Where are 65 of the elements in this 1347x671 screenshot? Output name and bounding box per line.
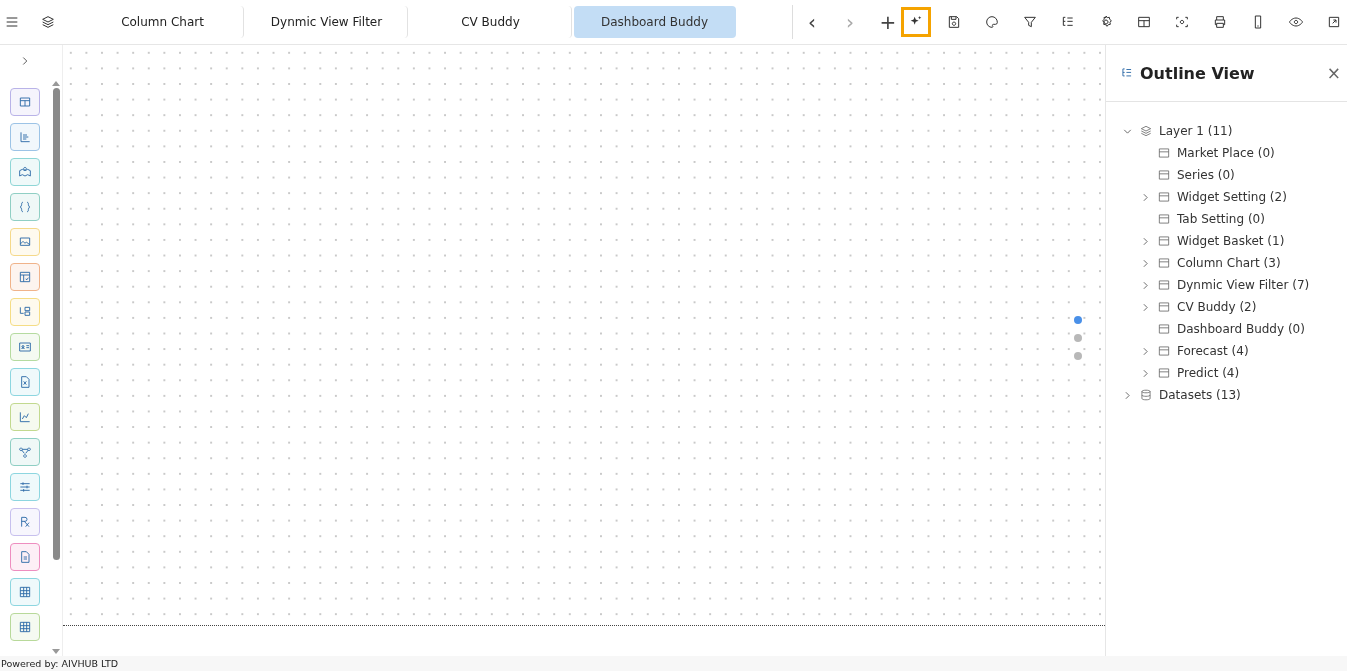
tool-button[interactable] xyxy=(10,368,40,396)
tool-button[interactable] xyxy=(10,263,40,291)
tool-button[interactable] xyxy=(10,508,40,536)
tool-button[interactable] xyxy=(10,578,40,606)
outline-icon xyxy=(1120,66,1134,80)
tree-item[interactable]: Widget Basket (1) xyxy=(1177,234,1285,248)
tool-button[interactable] xyxy=(10,88,40,116)
tree-item[interactable]: Tab Setting (0) xyxy=(1177,212,1265,226)
tool-button[interactable] xyxy=(10,613,40,641)
page-dot[interactable] xyxy=(1074,316,1082,324)
page-dot[interactable] xyxy=(1074,352,1082,360)
network-icon xyxy=(17,444,33,460)
tool-button[interactable] xyxy=(10,333,40,361)
bar-chart-icon xyxy=(17,129,33,145)
tab[interactable]: Dashboard Buddy xyxy=(574,6,736,38)
tool-button[interactable] xyxy=(10,123,40,151)
tool-button[interactable] xyxy=(10,193,40,221)
tool-button[interactable] xyxy=(10,158,40,186)
add-tab-button[interactable]: + xyxy=(875,10,901,34)
tree-item[interactable]: Datasets (13) xyxy=(1159,388,1241,402)
tree-item[interactable]: Market Place (0) xyxy=(1177,146,1275,160)
widget-icon xyxy=(1157,190,1171,204)
tree-item[interactable]: Series (0) xyxy=(1177,168,1235,182)
back-button[interactable]: ‹ xyxy=(799,10,825,34)
sparkle-icon[interactable] xyxy=(901,7,931,37)
tree-item[interactable]: Layer 1 (11) xyxy=(1159,124,1233,138)
tool-button[interactable] xyxy=(10,473,40,501)
tool-button[interactable] xyxy=(10,403,40,431)
close-button[interactable]: × xyxy=(1326,63,1341,83)
line-chart-icon xyxy=(17,409,33,425)
layout-icon xyxy=(17,269,33,285)
tree-item[interactable]: CV Buddy (2) xyxy=(1177,300,1257,314)
tree-item[interactable]: Dynmic View Filter (7) xyxy=(1177,278,1310,292)
widget-icon xyxy=(1157,344,1171,358)
widget-icon xyxy=(1157,234,1171,248)
panel-title: Outline View xyxy=(1140,63,1255,83)
tree-item[interactable]: Widget Setting (2) xyxy=(1177,190,1287,204)
layers-icon[interactable] xyxy=(40,14,56,30)
widget-icon xyxy=(1157,300,1171,314)
widget-icon xyxy=(1157,146,1171,160)
braces-icon xyxy=(17,199,33,215)
widget-icon xyxy=(1157,256,1171,270)
layers-icon xyxy=(1139,124,1153,138)
tool-button[interactable] xyxy=(10,228,40,256)
widget-icon xyxy=(1157,278,1171,292)
table-icon xyxy=(17,94,33,110)
tool-button[interactable] xyxy=(10,298,40,326)
tree-item[interactable]: Forecast (4) xyxy=(1177,344,1249,358)
tool-button[interactable] xyxy=(10,438,40,466)
database-icon xyxy=(1139,388,1153,402)
menu-icon[interactable] xyxy=(4,14,20,30)
powered-by-text: Powered by: AIVHUB LTD xyxy=(1,658,119,669)
tool-button[interactable] xyxy=(10,543,40,571)
widget-icon xyxy=(1157,212,1171,226)
sliders-icon xyxy=(17,479,33,495)
tree-item[interactable]: Predict (4) xyxy=(1177,366,1240,380)
page-dot[interactable] xyxy=(1074,334,1082,342)
tree-item[interactable]: Column Chart (3) xyxy=(1177,256,1281,270)
tree-item[interactable]: Dashboard Buddy (0) xyxy=(1177,322,1305,336)
grid-icon xyxy=(17,619,33,635)
widget-icon xyxy=(1157,366,1171,380)
widget-icon xyxy=(1157,322,1171,336)
widget-icon xyxy=(1157,168,1171,182)
id-card-icon xyxy=(17,339,33,355)
grid-icon xyxy=(17,584,33,600)
